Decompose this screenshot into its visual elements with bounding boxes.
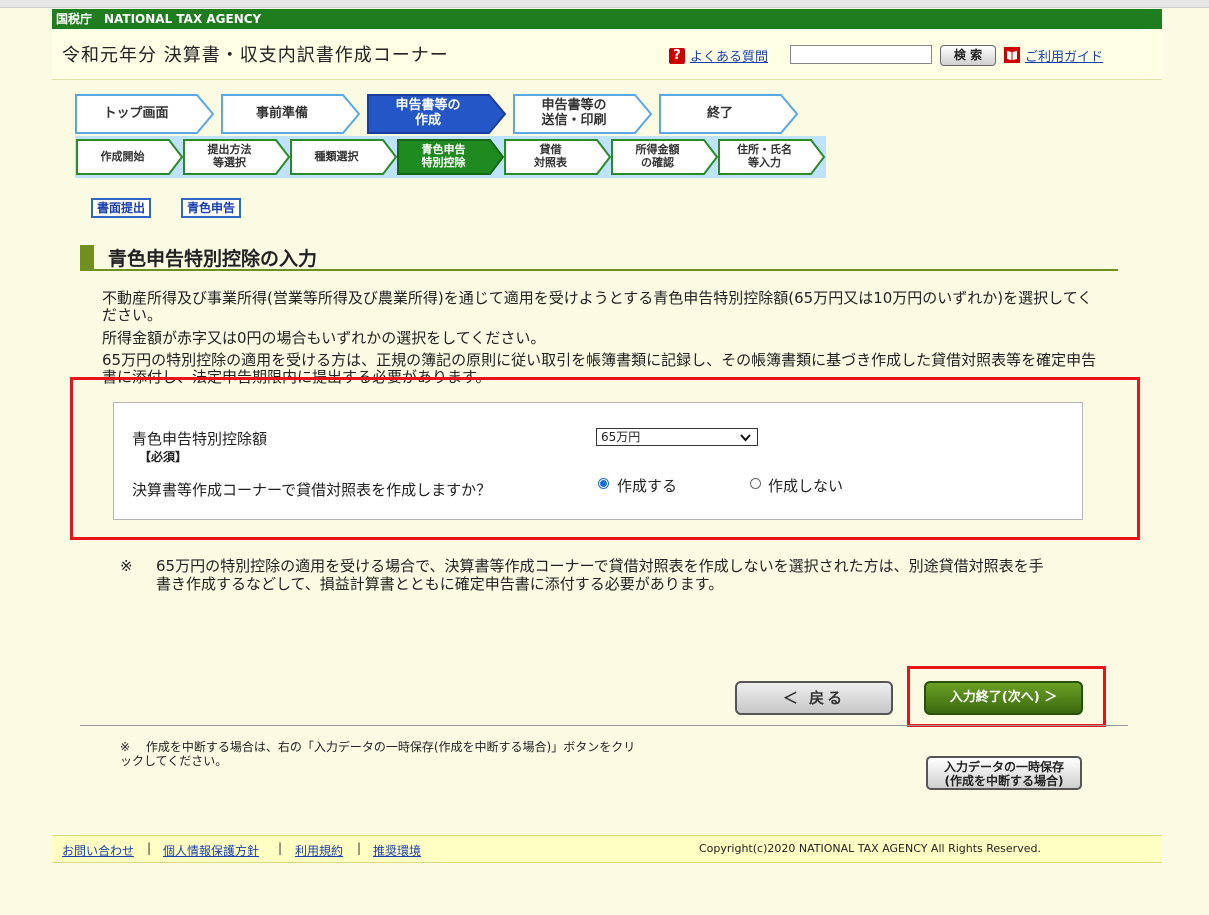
- divider: [80, 725, 1128, 726]
- section-underline: [80, 269, 1118, 271]
- highlight-box-next: [907, 666, 1106, 727]
- instruction-2: 所得金額が赤字又は0円の場合もいずれかの選択をしてください。: [102, 329, 546, 347]
- footer-separator: |: [357, 841, 362, 855]
- header: 令和元年分 決算書・収支内訳書作成コーナー ? よくある質問 検 索 ご利用ガイ…: [52, 29, 1162, 80]
- instruction-1: 不動産所得及び事業所得(営業等所得及び農業所得)を通じて適用を受けようとする青色…: [102, 289, 1093, 324]
- search-input[interactable]: [790, 45, 932, 64]
- footer: お問い合わせ | 個人情報保護方針 | 利用規約 | 推奨環境 Copyrigh…: [52, 835, 1162, 863]
- note-mark: ※: [120, 557, 133, 575]
- back-button[interactable]: ＜ 戻る: [735, 681, 893, 715]
- faq-link[interactable]: よくある質問: [690, 46, 768, 65]
- main-step-2: 事前準備: [255, 105, 308, 121]
- sub-step-6: 所得金額 の確認: [635, 143, 680, 169]
- footer-link-environment[interactable]: 推奨環境: [373, 842, 421, 859]
- search-button[interactable]: 検 索: [940, 45, 996, 66]
- user-guide-link[interactable]: ご利用ガイド: [1025, 46, 1103, 65]
- main-step-4: 申告書等の 送信・印刷: [541, 98, 607, 128]
- sub-step-5: 貸借 対照表: [534, 143, 567, 169]
- footer-link-terms[interactable]: 利用規約: [295, 842, 343, 859]
- copyright: Copyright(c)2020 NATIONAL TAX AGENCY All…: [699, 842, 1041, 855]
- section-marker: [80, 245, 94, 269]
- temporary-save-button[interactable]: 入力データの一時保存 (作成を中断する場合): [926, 756, 1082, 790]
- sub-step-2: 提出方法 等選択: [207, 143, 252, 169]
- sub-step-1: 作成開始: [100, 149, 145, 163]
- page-title: 令和元年分 決算書・収支内訳書作成コーナー: [62, 45, 449, 66]
- help-icon[interactable]: ?: [669, 48, 685, 64]
- agency-bar: 国税庁 NATIONAL TAX AGENCY: [52, 9, 1162, 29]
- footer-link-privacy[interactable]: 個人情報保護方針: [163, 842, 259, 859]
- book-icon[interactable]: [1004, 47, 1020, 63]
- section-title: 青色申告特別控除の入力: [108, 248, 318, 270]
- tag-blue-return: 青色申告: [181, 198, 242, 218]
- save-note: ※ 作成を中断する場合は、右の「入力データの一時保存(作成を中断する場合)」ボタ…: [120, 740, 636, 768]
- main-step-1: トップ画面: [103, 105, 169, 121]
- sub-step-4: 青色申告 特別控除: [421, 143, 466, 169]
- tag-paper-filing: 書面提出: [91, 198, 152, 218]
- main-step-5: 終了: [706, 105, 733, 121]
- sub-step-3: 種類選択: [314, 149, 359, 163]
- main-step-3: 申告書等の 作成: [395, 98, 461, 128]
- footer-link-contact[interactable]: お問い合わせ: [62, 842, 134, 859]
- note-text: 65万円の特別控除の適用を受ける場合で、決算書等作成コーナーで貸借対照表を作成し…: [156, 557, 1044, 593]
- footer-separator: |: [147, 841, 152, 855]
- sub-step-7: 住所・氏名 等入力: [737, 143, 792, 169]
- browser-top-strip: [0, 0, 1209, 8]
- footer-separator: |: [278, 841, 283, 855]
- highlight-box-form: [70, 377, 1140, 540]
